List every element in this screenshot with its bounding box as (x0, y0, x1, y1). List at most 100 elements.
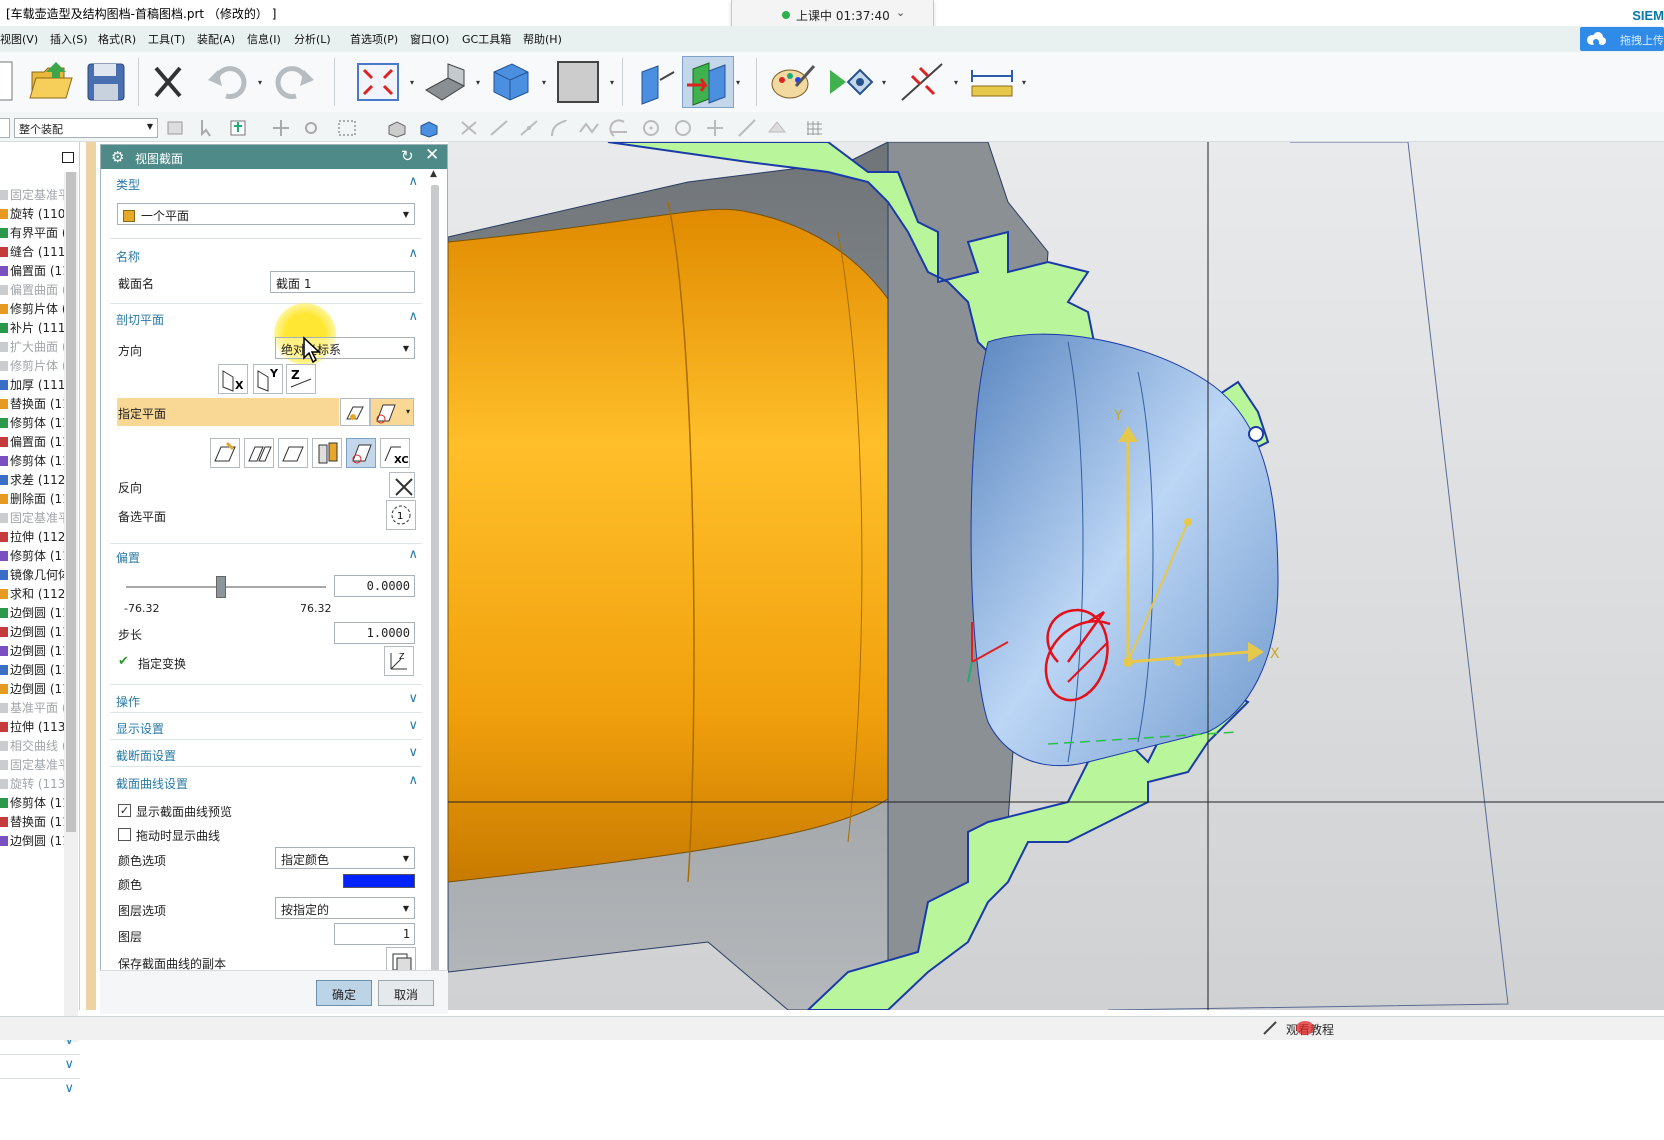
snap-grid-icon[interactable] (458, 118, 480, 138)
section-display[interactable]: 显示设置 ∨ (110, 717, 422, 739)
menu-analysis[interactable]: 分析(L) (294, 31, 331, 47)
tree-node[interactable]: 边倒圆 (11 (0, 832, 64, 851)
menu-preferences[interactable]: 首选项(P) (350, 31, 398, 47)
layer-input[interactable]: 1 (334, 923, 415, 945)
menu-info[interactable]: 信息(I) (247, 31, 281, 47)
snap-on-face-icon[interactable] (766, 118, 788, 138)
chevron-up-icon[interactable]: ∧ (408, 309, 418, 324)
fit-dropdown-icon[interactable]: ▾ (410, 78, 414, 87)
navigator-scroll-thumb[interactable] (66, 172, 76, 832)
section-offset[interactable]: 偏置 ∧ (110, 546, 422, 568)
menu-format[interactable]: 格式(R) (98, 31, 136, 47)
tree-node[interactable]: 修剪片体 ( (0, 357, 64, 376)
menu-view[interactable]: 视图(V) (0, 31, 38, 47)
section-name-input[interactable]: 截面 1 (270, 271, 415, 293)
tree-node[interactable]: 求差 (112 (0, 471, 64, 490)
tree-node[interactable]: 有界平面 ( (0, 224, 64, 243)
section-name[interactable]: 名称 ∧ (110, 245, 422, 267)
section-face-settings[interactable]: 截断面设置 ∨ (110, 744, 422, 766)
scroll-up-icon[interactable]: ▲ (430, 169, 437, 179)
chevron-down-icon[interactable]: ∨ (408, 745, 418, 760)
upload-button[interactable]: 拖拽上传 (1580, 27, 1664, 51)
tree-node[interactable]: 边倒圆 (11 (0, 680, 64, 699)
tree-node[interactable]: 旋转 (110 (0, 205, 64, 224)
snap-existing-icon[interactable] (704, 118, 726, 138)
snap-settings-icon[interactable] (300, 118, 322, 138)
wcs-dropdown-icon[interactable]: ▾ (954, 78, 958, 87)
tree-node[interactable]: 边倒圆 (11 (0, 661, 64, 680)
tree-node[interactable]: 固定基准平 (0, 186, 64, 205)
tree-node[interactable]: 加厚 (111 (0, 376, 64, 395)
clip-section-icon[interactable] (630, 56, 682, 108)
section-cut-plane[interactable]: 剖切平面 ∧ (110, 308, 422, 330)
cancel-button[interactable]: 取消 (378, 980, 434, 1006)
plane-option-4-icon[interactable] (312, 438, 342, 468)
color-option-select[interactable]: 指定颜色 ▼ (275, 847, 415, 869)
view-manager-icon[interactable] (824, 56, 876, 108)
tree-node[interactable]: 求和 (112 (0, 585, 64, 604)
panel-preview[interactable]: ∨ (0, 1078, 80, 1100)
chevron-down-icon[interactable]: ∨ (64, 1057, 74, 1072)
new-file-icon[interactable] (0, 56, 22, 108)
chevron-down-icon[interactable]: ∨ (408, 718, 418, 733)
tree-node[interactable]: 拉伸 (113 (0, 718, 64, 737)
plane-z-button[interactable]: Z (286, 364, 316, 394)
snap-intersect-icon[interactable] (608, 118, 630, 138)
offset-slider-track[interactable] (126, 586, 326, 588)
wcs-icon[interactable] (896, 56, 948, 108)
plane-y-button[interactable]: Y (253, 364, 283, 394)
plane-option-2-icon[interactable] (244, 438, 274, 468)
tree-node[interactable]: 固定基准平 (0, 509, 64, 528)
snap-on-curve-icon[interactable] (736, 118, 758, 138)
orient-view-icon[interactable] (418, 56, 470, 108)
tree-node[interactable]: 修剪体 (11 (0, 794, 64, 813)
show-preview-checkbox[interactable]: ✓ (118, 804, 131, 817)
tree-node[interactable]: 基准平面 ( (0, 699, 64, 718)
tree-node[interactable]: 修剪体 (11 (0, 414, 64, 433)
menu-help[interactable]: 帮助(H) (523, 31, 562, 47)
measure-distance-icon[interactable] (966, 56, 1018, 108)
shade-dropdown-icon[interactable]: ▾ (542, 78, 546, 87)
tree-node[interactable]: 替换面 (11 (0, 813, 64, 832)
snap-curve-icon[interactable] (548, 118, 570, 138)
gear-icon[interactable]: ⚙ (111, 148, 124, 166)
panel-details[interactable]: ∨ (0, 1054, 80, 1076)
chevron-up-icon[interactable]: ∧ (408, 174, 418, 189)
tree-node[interactable]: 偏置面 (11 (0, 433, 64, 452)
tree-node[interactable]: 偏置曲面 ( (0, 281, 64, 300)
close-icon[interactable]: ✕ (425, 145, 439, 165)
snap-endpoint-icon[interactable] (488, 118, 510, 138)
tree-node[interactable]: 修剪体 (11 (0, 452, 64, 471)
menu-insert[interactable]: 插入(S) (50, 31, 88, 47)
tree-node[interactable]: 拉伸 (112 (0, 528, 64, 547)
menu-assembly[interactable]: 装配(A) (197, 31, 235, 47)
plane-type-button[interactable]: ▾ (370, 398, 414, 426)
alternate-plane-button[interactable]: 1 (386, 500, 416, 530)
fit-view-icon[interactable] (352, 56, 404, 108)
tree-node[interactable]: 缝合 (111 (0, 243, 64, 262)
snap-quadrant-icon[interactable] (672, 118, 694, 138)
layer-option-select[interactable]: 按指定的 ▼ (275, 897, 415, 919)
tree-node[interactable]: 相交曲线 ( (0, 737, 64, 756)
chevron-down-icon[interactable]: ∨ (64, 1081, 74, 1096)
menu-gc-toolbox[interactable]: GC工具箱 (462, 31, 511, 47)
plane-option-1-icon[interactable] (210, 438, 240, 468)
direction-select[interactable]: 绝对坐标系 ▼ (275, 337, 415, 359)
ok-button[interactable]: 确定 (316, 980, 372, 1006)
tree-node[interactable]: 边倒圆 (11 (0, 623, 64, 642)
plane-option-3-icon[interactable] (278, 438, 308, 468)
palette-icon[interactable] (766, 56, 818, 108)
pointer-filter-icon[interactable] (198, 118, 220, 138)
delete-icon[interactable] (142, 56, 194, 108)
section-dropdown-icon[interactable]: ▾ (736, 78, 740, 87)
undo-icon[interactable] (202, 56, 254, 108)
type-select[interactable]: 一个平面 ▼ (117, 203, 415, 225)
shaded-cube-icon[interactable] (484, 56, 536, 108)
background-dropdown-icon[interactable]: ▾ (610, 78, 614, 87)
section-operation[interactable]: 操作 ∨ (110, 690, 422, 712)
reverse-direction-button[interactable] (389, 472, 415, 498)
body-select-icon[interactable] (386, 118, 408, 138)
edit-section-icon[interactable] (682, 56, 734, 108)
tree-node[interactable]: 边倒圆 (11 (0, 604, 64, 623)
menu-tools[interactable]: 工具(T) (148, 31, 185, 47)
